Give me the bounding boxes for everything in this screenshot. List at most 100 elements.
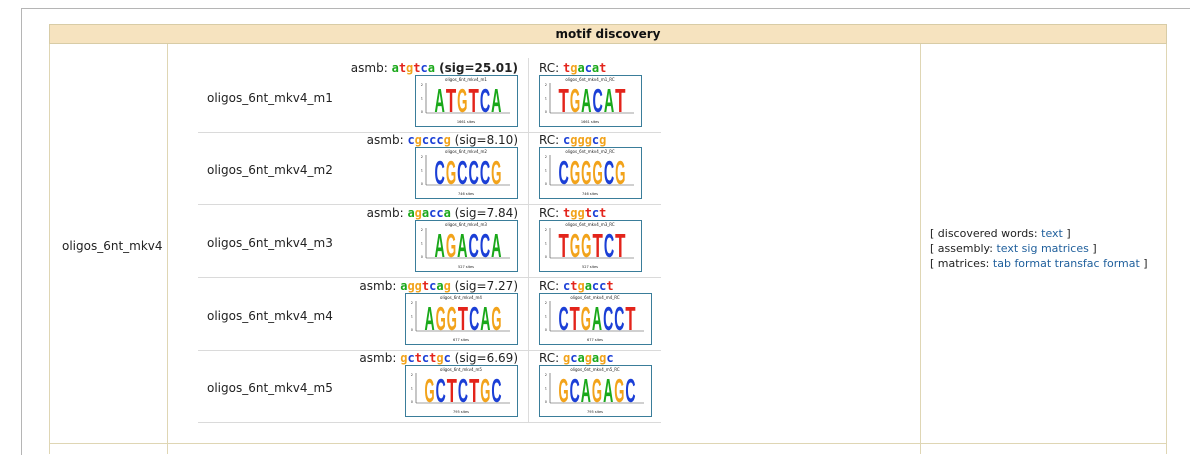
inner-table-divider [528, 58, 529, 423]
motif-logo[interactable]: oligos_6nt_mkv4_m3 2 1 0 A G A C C A 527 sites [415, 220, 518, 272]
logo-letter: C [480, 226, 490, 264]
logo-sites: 746 sites [458, 192, 474, 196]
seq-letter: a [577, 351, 585, 365]
logo-y-tick: 2 [545, 155, 547, 159]
asmb-significance: (sig=7.27) [450, 279, 518, 293]
logo-y-tick: 1 [545, 242, 547, 246]
rc-motif-logo[interactable]: oligos_6nt_mkv4_m3_RC 2 1 0 T G G T C T 527 sites [539, 220, 642, 272]
motif-logo[interactable]: oligos_6nt_mkv4_m1 2 1 0 A T G T C A 1661 sites [415, 75, 518, 127]
rc-label: RC: tggtct [539, 206, 606, 220]
seq-letter: g [577, 279, 585, 293]
seq-letter: g [414, 133, 422, 147]
logo-y-tick: 2 [545, 83, 547, 87]
assembly-label: asmb: agacca (sig=7.84) [367, 206, 518, 220]
logo-letter: T [559, 81, 569, 119]
seq-letter: a [443, 206, 451, 220]
logo-y-tick: 0 [545, 182, 547, 186]
motif-logo[interactable]: oligos_6nt_mkv4_m4 2 1 0 A G G T C A G 677 sites [405, 293, 518, 345]
logo-letter: C [469, 153, 479, 191]
rc-sequence: ctgacct [563, 279, 614, 293]
asmb-sequence: gctctgc [400, 351, 451, 365]
logo-letter: C [559, 299, 569, 337]
links-panel: [ discovered words: text ] [ assembly: t… [930, 226, 1148, 271]
logo-y-tick: 0 [411, 400, 413, 404]
seq-letter: a [436, 279, 444, 293]
discovered-words-line: [ discovered words: text ] [930, 226, 1148, 241]
logo-letter: A [592, 299, 602, 337]
logo-letter: A [491, 226, 501, 264]
logo-letter: G [457, 81, 467, 119]
logo-letter: G [592, 371, 602, 409]
rc-prefix: RC: [539, 351, 563, 365]
motif-logo[interactable]: oligos_6nt_mkv4_m2 2 1 0 C G C C C G 746 sites [415, 147, 518, 199]
logo-y-tick: 1 [545, 97, 547, 101]
asmb-prefix: asmb: [359, 279, 401, 293]
logo-letter: G [559, 371, 569, 409]
logo-letter: A [491, 81, 501, 119]
seq-letter: c [443, 351, 451, 365]
seq-letter: a [584, 279, 592, 293]
rc-motif-logo[interactable]: oligos_6nt_mkv4_m2_RC 2 1 0 C G G G C G 746 sites [539, 147, 642, 199]
logo-sites: 795 sites [587, 410, 603, 414]
logo-letter: G [581, 226, 591, 264]
table-border-left [49, 44, 50, 454]
logo-letter: A [435, 226, 445, 264]
rc-label: RC: gcagagc [539, 351, 614, 365]
asmb-prefix: asmb: [366, 133, 408, 147]
logo-letter: T [615, 226, 625, 264]
seq-letter: g [443, 133, 451, 147]
motif-name: oligos_6nt_mkv4_m2 [207, 163, 333, 177]
seq-letter: c [436, 133, 444, 147]
seq-letter: g [599, 133, 607, 147]
logo-y-tick: 2 [421, 83, 423, 87]
logo-y-tick: 0 [421, 182, 423, 186]
motif-name: oligos_6nt_mkv4_m4 [207, 309, 333, 323]
group-name: oligos_6nt_mkv4 [62, 239, 163, 253]
asmb-significance: (sig=8.10) [450, 133, 518, 147]
seq-letter: t [398, 61, 407, 75]
matrices-tab-format-text: format [1014, 257, 1052, 270]
seq-letter: g [443, 279, 451, 293]
logo-letter: A [604, 81, 614, 119]
logo-y-tick: 0 [545, 255, 547, 259]
logo-letter: C [480, 153, 490, 191]
matrices-tab-link[interactable]: tab format [993, 257, 1051, 270]
rc-motif-logo[interactable]: oligos_6nt_mkv4_m5_RC 2 1 0 G C A G A G C 795 sites [539, 365, 652, 417]
table-row-divider [49, 443, 1167, 444]
rc-motif-logo[interactable]: oligos_6nt_mkv4_m4_RC 2 1 0 C T G A C C T 677 sites [539, 293, 652, 345]
logo-y-tick: 0 [421, 255, 423, 259]
rc-sequence: tggtct [563, 206, 606, 220]
seq-letter: a [577, 61, 585, 75]
row-separator [198, 204, 661, 205]
seq-letter: g [577, 206, 585, 220]
rc-motif-logo[interactable]: oligos_6nt_mkv4_m1_RC 2 1 0 T G A C A T 1661 sites [539, 75, 642, 127]
assembly-text-link[interactable]: text [996, 242, 1018, 255]
logo-letter: A [581, 371, 591, 409]
logo-letter: G [425, 371, 435, 409]
logo-letter: T [570, 299, 580, 337]
rc-prefix: RC: [539, 206, 563, 220]
assembly-label: asmb: cgcccg (sig=8.10) [367, 133, 518, 147]
table-border-right [1166, 44, 1167, 454]
logo-letter: G [614, 371, 624, 409]
logo-letter: G [581, 299, 591, 337]
logo-y-tick: 1 [411, 315, 413, 319]
seq-letter: g [577, 133, 585, 147]
seq-letter: a [427, 61, 435, 75]
discovered-words-text-link[interactable]: text [1041, 227, 1063, 240]
logo-letter: G [491, 299, 501, 337]
seq-letter: t [413, 61, 421, 75]
seq-letter: g [407, 279, 415, 293]
assembly-matrices-link[interactable]: matrices [1041, 242, 1089, 255]
matrices-label: [ matrices: [930, 257, 993, 270]
seq-letter: g [414, 206, 422, 220]
rc-label: RC: ctgacct [539, 279, 614, 293]
row-separator [198, 422, 661, 423]
logo-letter: C [435, 153, 445, 191]
matrices-line: [ matrices: tab format transfac format ] [930, 256, 1148, 271]
matrices-transfac-link[interactable]: transfac format [1055, 257, 1140, 270]
logo-letter: C [458, 371, 468, 409]
motif-logo[interactable]: oligos_6nt_mkv4_m5 2 1 0 G C T C T G C 795 sites [405, 365, 518, 417]
assembly-sig-link[interactable]: sig [1022, 242, 1038, 255]
logo-letter: C [603, 299, 613, 337]
